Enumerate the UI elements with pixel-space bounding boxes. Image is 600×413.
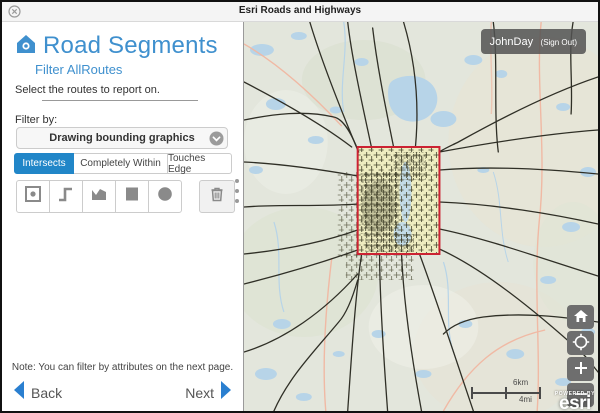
draw-rectangle-button[interactable] — [115, 180, 149, 213]
point-icon — [24, 185, 42, 208]
titlebar: Esri Roads and Highways — [2, 2, 598, 22]
polyline-icon — [57, 185, 75, 208]
chevron-down-icon[interactable] — [209, 131, 224, 146]
next-button[interactable]: Next — [185, 380, 233, 405]
draw-tools-group — [16, 180, 182, 213]
tab-intersects[interactable]: Intersects — [14, 153, 74, 174]
draw-polyline-button[interactable] — [49, 180, 83, 213]
tab-completely-within[interactable]: Completely Within — [73, 153, 168, 174]
window-title: Esri Roads and Highways — [2, 5, 598, 16]
chevron-left-icon — [12, 380, 25, 405]
user-name: JohnDay — [490, 36, 533, 48]
filter-by-label: Filter by: — [15, 114, 57, 126]
tab-touches-edge[interactable]: Touches Edge — [167, 153, 232, 174]
page-title: Road Segments — [43, 32, 218, 60]
dropdown-selected-value: Drawing bounding graphics — [49, 132, 194, 144]
chevron-right-icon — [220, 380, 233, 405]
draw-circle-button[interactable] — [148, 180, 182, 213]
map-container: JohnDay (Sign Out) 6km 4mi — [243, 22, 598, 411]
filter-panel: Road Segments Filter AllRoutes Select th… — [2, 22, 243, 411]
trash-icon — [208, 185, 226, 208]
circle-icon — [156, 185, 174, 208]
home-house-icon — [15, 33, 37, 60]
panel-description: Select the routes to report on. — [15, 84, 160, 96]
locate-button[interactable] — [567, 331, 594, 355]
minus-icon — [574, 387, 588, 404]
filter-method-dropdown[interactable]: Drawing bounding graphics — [16, 127, 228, 149]
panel-header: Road Segments — [15, 32, 218, 60]
note-text: Note: You can filter by attributes on th… — [2, 362, 243, 373]
home-icon — [573, 309, 589, 326]
spatial-relation-tabs: Intersects Completely Within Touches Edg… — [14, 153, 232, 174]
delete-graphics-button[interactable] — [199, 180, 235, 213]
zoom-in-button[interactable] — [567, 357, 594, 381]
next-label: Next — [185, 385, 214, 401]
home-extent-button[interactable] — [567, 305, 594, 329]
map-controls — [567, 305, 594, 409]
rectangle-icon — [123, 185, 141, 208]
draw-polygon-button[interactable] — [82, 180, 116, 213]
divider — [42, 100, 198, 101]
zoom-out-button[interactable] — [567, 383, 594, 407]
filter-allroutes-link[interactable]: Filter AllRoutes — [35, 62, 122, 77]
locate-icon — [572, 333, 590, 354]
sign-out-link[interactable]: (Sign Out) — [541, 38, 577, 47]
back-button[interactable]: Back — [12, 380, 62, 405]
panel-resize-handle[interactable] — [234, 176, 240, 206]
polygon-icon — [90, 185, 108, 208]
user-badge[interactable]: JohnDay (Sign Out) — [481, 29, 586, 54]
back-label: Back — [31, 385, 62, 401]
app-window: Esri Roads and Highways Road Segments Fi… — [0, 0, 600, 413]
map-canvas[interactable] — [244, 22, 598, 411]
plus-icon — [574, 361, 588, 378]
draw-point-button[interactable] — [16, 180, 50, 213]
